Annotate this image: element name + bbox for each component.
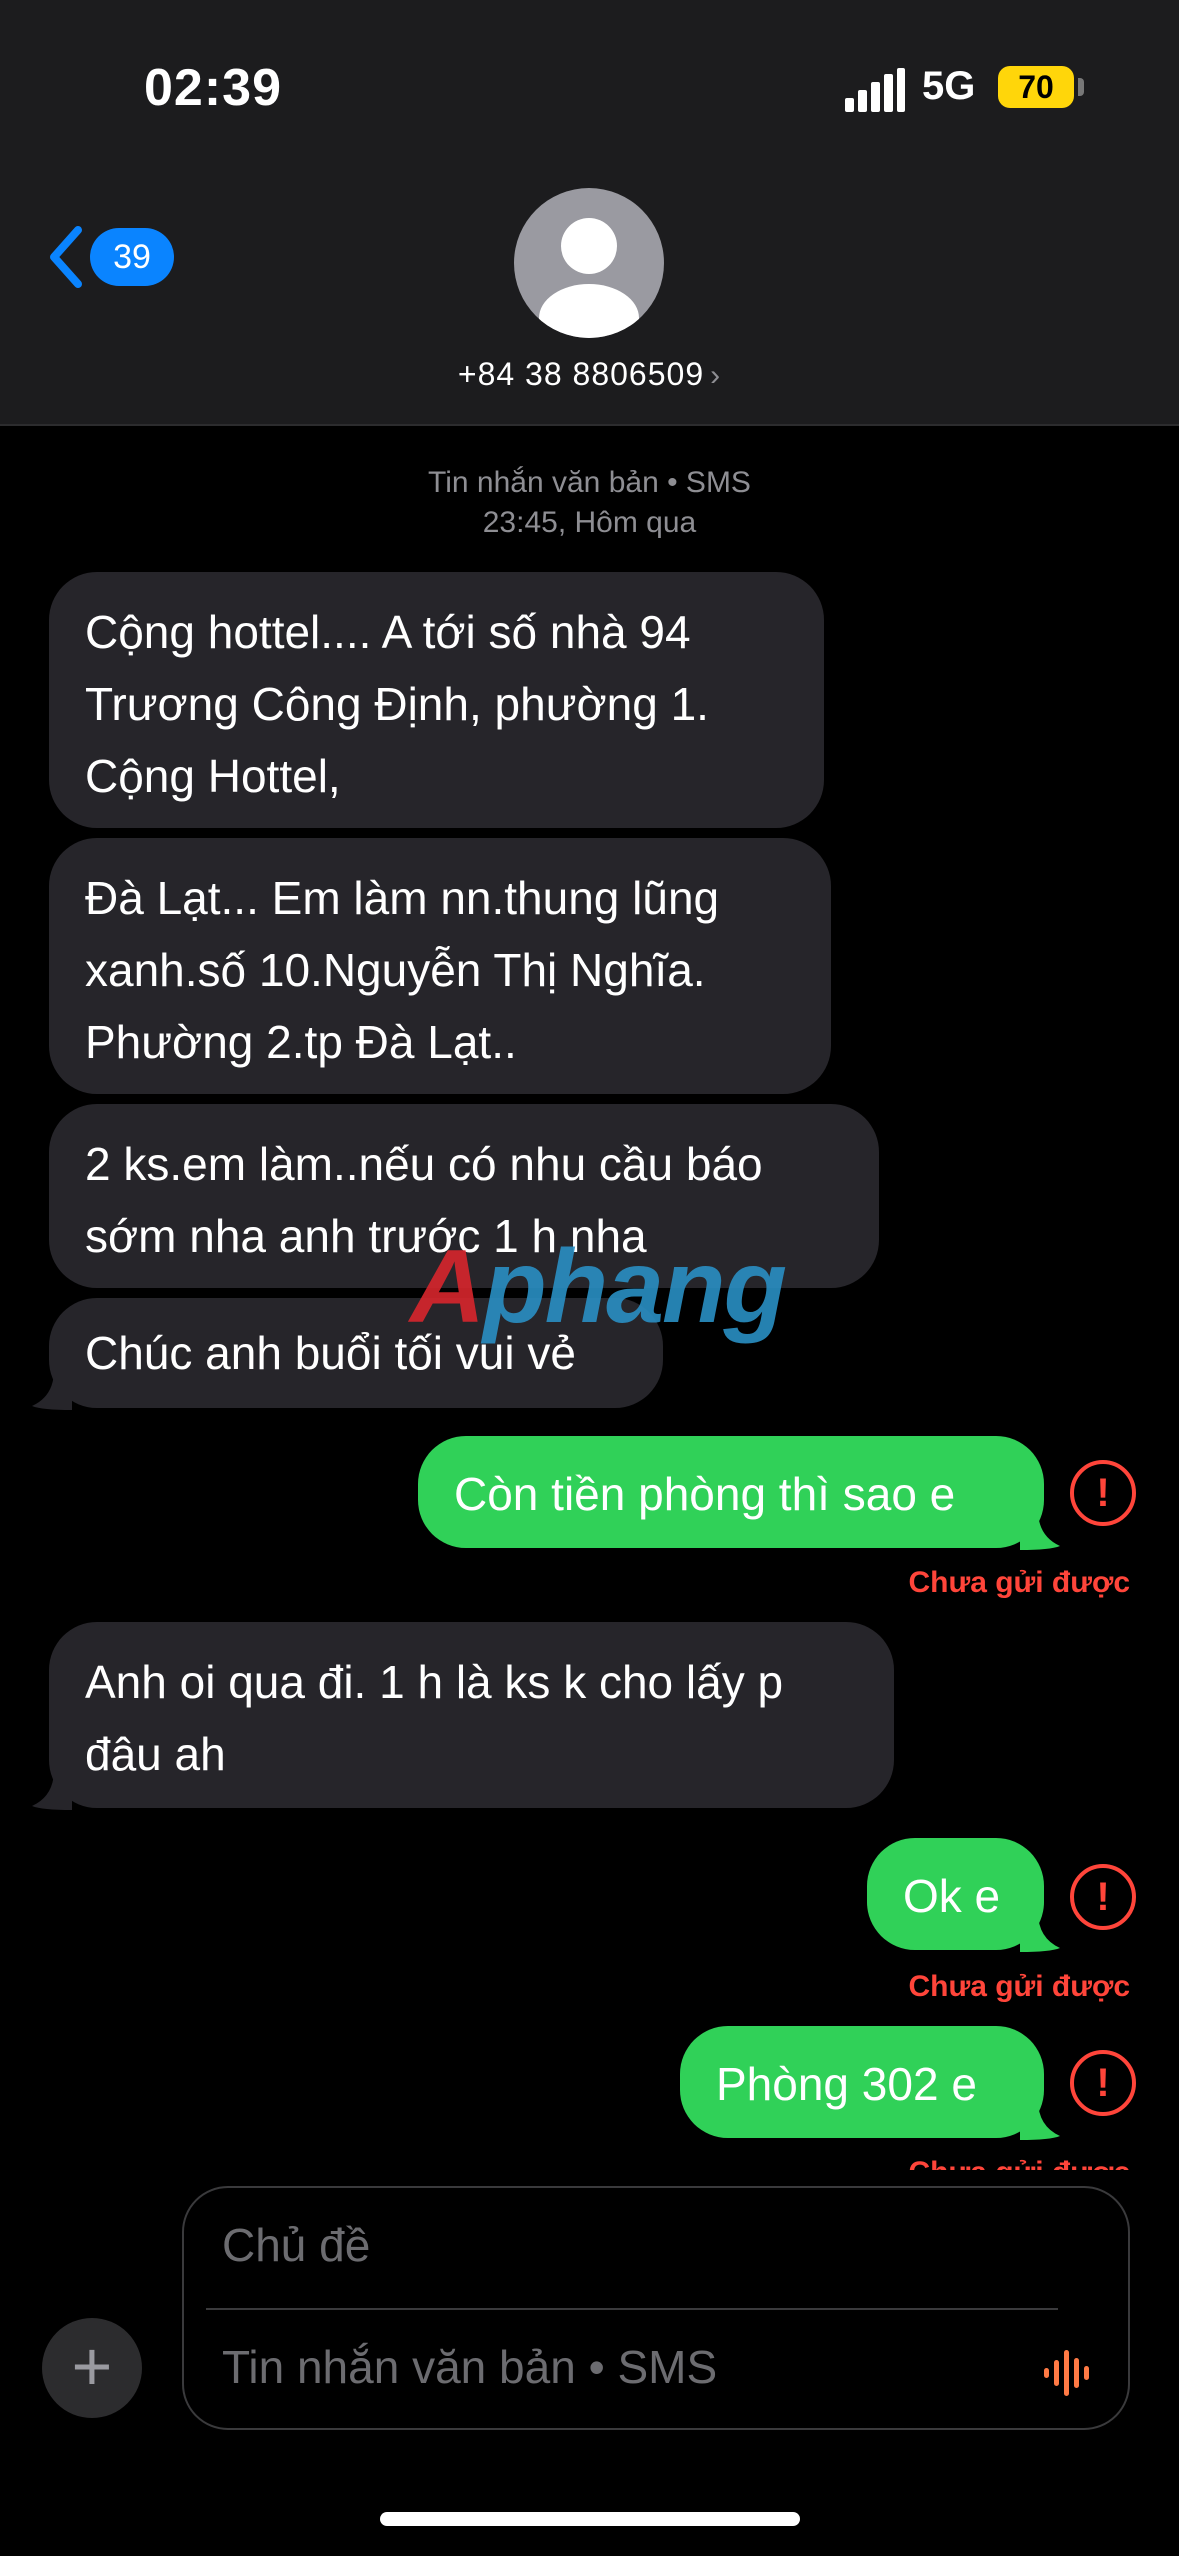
message-input[interactable]: Tin nhắn văn bản • SMS bbox=[222, 2340, 717, 2394]
error-icon[interactable]: ! bbox=[1070, 2050, 1136, 2116]
error-icon[interactable]: ! bbox=[1070, 1864, 1136, 1930]
message-text: Đà Lạt... Em làm nn.thung lũng xanh.số 1… bbox=[85, 872, 720, 1068]
avatar-icon[interactable] bbox=[514, 188, 664, 338]
message-incoming[interactable]: Đà Lạt... Em làm nn.thung lũng xanh.số 1… bbox=[49, 838, 831, 1094]
message-text: Còn tiền phòng thì sao e bbox=[454, 1468, 956, 1520]
back-button[interactable]: 39 bbox=[46, 222, 186, 292]
plus-icon[interactable]: + bbox=[42, 2318, 142, 2418]
message-text: Cộng hottel.... A tới số nhà 94 Trương C… bbox=[85, 606, 709, 802]
bubble-tail bbox=[1020, 1510, 1060, 1550]
message-outgoing[interactable]: Còn tiền phòng thì sao e bbox=[418, 1436, 1044, 1548]
send-failed-label: Chưa gửi được bbox=[908, 2156, 1130, 2170]
message-outgoing[interactable]: Phòng 302 e bbox=[680, 2026, 1044, 2138]
send-failed-label: Chưa gửi được bbox=[908, 1566, 1130, 1599]
compose-box[interactable]: Chủ đề Tin nhắn văn bản • SMS bbox=[182, 2186, 1130, 2430]
watermark-part-2: phang bbox=[483, 1229, 787, 1345]
message-outgoing[interactable]: Ok e bbox=[867, 1838, 1044, 1950]
subject-input[interactable]: Chủ đề bbox=[222, 2218, 370, 2272]
signal-icon bbox=[845, 68, 905, 112]
send-failed-label: Chưa gửi được bbox=[908, 1970, 1130, 2003]
contact-name[interactable]: +84 38 8806509 › bbox=[0, 356, 1179, 393]
audio-waveform-icon[interactable] bbox=[1042, 2348, 1098, 2398]
unread-badge: 39 bbox=[90, 228, 174, 286]
battery-nub bbox=[1078, 78, 1084, 96]
bubble-tail bbox=[32, 1770, 72, 1810]
message-text: Phòng 302 e bbox=[716, 2058, 977, 2110]
back-chevron-icon bbox=[50, 226, 82, 288]
watermark-logo: Aphang bbox=[410, 1228, 787, 1347]
bubble-tail bbox=[32, 1370, 72, 1410]
service-label: Tin nhắn văn bản • SMS bbox=[428, 466, 751, 499]
error-icon[interactable]: ! bbox=[1070, 1460, 1136, 1526]
battery-icon: 70 bbox=[998, 66, 1074, 108]
message-incoming[interactable]: Cộng hottel.... A tới số nhà 94 Trương C… bbox=[49, 572, 824, 828]
clipped-status: Chưa gửi được bbox=[880, 2156, 1130, 2170]
network-label: 5G bbox=[922, 64, 976, 108]
message-text: Anh oi qua đi. 1 h là ks k cho lấy p đâu… bbox=[85, 1656, 784, 1780]
bubble-tail bbox=[1020, 1912, 1060, 1952]
watermark-part-1: A bbox=[410, 1229, 485, 1345]
bubble-tail bbox=[1020, 2100, 1060, 2140]
message-text: Ok e bbox=[903, 1870, 1001, 1922]
message-incoming[interactable]: Anh oi qua đi. 1 h là ks k cho lấy p đâu… bbox=[49, 1622, 894, 1808]
status-time: 02:39 bbox=[144, 59, 282, 117]
chevron-right-icon: › bbox=[710, 359, 722, 392]
compose-divider bbox=[206, 2308, 1058, 2310]
thread-timestamp: 23:45, Hôm qua bbox=[482, 506, 697, 539]
home-indicator bbox=[380, 2512, 800, 2526]
contact-number: +84 38 8806509 bbox=[457, 356, 705, 392]
